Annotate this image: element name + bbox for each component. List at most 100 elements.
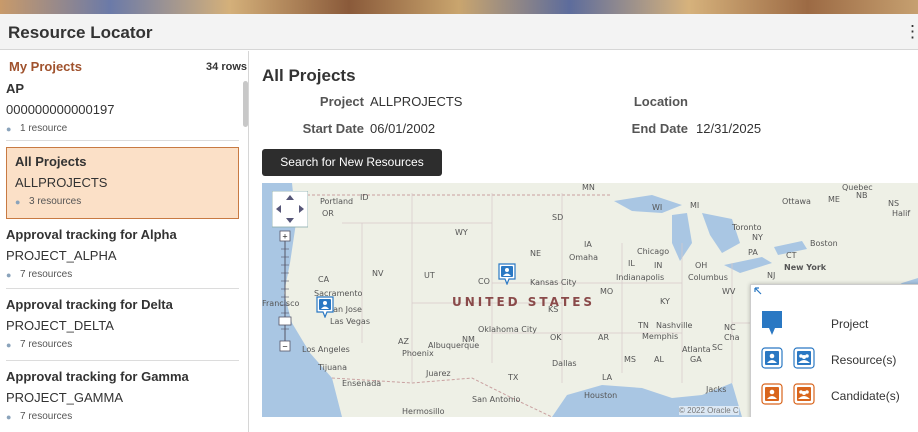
legend-candidates: Candidate(s) <box>751 379 918 413</box>
candidates-group-icon <box>793 383 815 405</box>
candidate-icon <box>761 383 783 405</box>
map-label: NY <box>752 233 763 242</box>
list-header: My Projects 34 rows <box>0 51 248 79</box>
project-detail-pane: All Projects Project ALLPROJECTS Locatio… <box>250 51 918 432</box>
list-heading: My Projects <box>9 59 82 74</box>
map-label: Tijuana <box>318 363 348 372</box>
people-icon: ● <box>6 339 12 350</box>
person-icon: ● <box>6 123 12 134</box>
project-value: ALLPROJECTS <box>370 94 463 109</box>
map-label: WV <box>722 287 736 296</box>
map-label: WY <box>455 228 468 237</box>
map-label: NV <box>372 269 384 278</box>
resource-count: 1 resource <box>20 123 68 134</box>
map-legend: Project Resource(s) Candidate(s) <box>750 284 918 417</box>
divider <box>6 140 239 141</box>
map-label: Juarez <box>426 369 451 378</box>
list-item[interactable]: AP 000000000000197 ● 1 resource <box>6 81 239 134</box>
more-vertical-icon[interactable]: ⋮ <box>904 22 918 42</box>
map-label: Portland <box>320 197 354 206</box>
header-banner <box>0 0 918 14</box>
map-label: CO <box>478 277 490 286</box>
map-label: Dallas <box>552 359 577 368</box>
map-label: Ottawa <box>782 197 811 206</box>
resource-count: 7 resources <box>20 339 73 350</box>
map-label: TX <box>508 373 519 382</box>
map-label: NB <box>856 191 868 200</box>
legend-project: Project <box>751 307 918 341</box>
map-label: ME <box>828 195 840 204</box>
project-pin-icon <box>762 311 782 335</box>
divider <box>6 360 239 361</box>
map-label: Las Vegas <box>330 317 370 326</box>
map-label: IL <box>628 259 635 268</box>
map-label: Columbus <box>688 273 728 282</box>
map-label: Cha <box>724 333 740 342</box>
item-code: PROJECT_GAMMA <box>6 390 124 405</box>
start-date-label: Start Date <box>302 121 364 136</box>
map-label: Omaha <box>569 253 598 262</box>
collapse-icon[interactable] <box>753 286 763 296</box>
item-code: ALLPROJECTS <box>15 175 108 190</box>
map-view[interactable]: Portland ID OR SD WY NE IA Omaha Chicago… <box>262 183 918 417</box>
map-label: SD <box>552 213 564 222</box>
map-label: Los Angeles <box>302 345 350 354</box>
search-resources-button[interactable]: Search for New Resources <box>262 149 442 176</box>
project-list-pane: My Projects 34 rows AP 000000000000197 ●… <box>0 51 249 432</box>
scrollbar[interactable] <box>243 81 248 127</box>
map-label: SC <box>712 343 723 352</box>
resource-pin-icon[interactable] <box>316 296 334 318</box>
map-label: CA <box>318 275 330 284</box>
map-label: MN <box>582 183 595 192</box>
map-label: New York <box>784 263 827 272</box>
svg-text:+: + <box>282 232 287 242</box>
item-resources: ● 7 resources <box>6 339 239 350</box>
map-label: MI <box>690 201 700 210</box>
map-label: Toronto <box>732 223 762 232</box>
resource-count: 7 resources <box>20 269 73 280</box>
resources-group-icon <box>793 347 815 369</box>
resource-count: 3 resources <box>29 196 82 207</box>
item-code: PROJECT_ALPHA <box>6 248 117 263</box>
map-label: AR <box>598 333 610 342</box>
item-resources: ● 7 resources <box>6 269 239 280</box>
map-label: MS <box>624 355 636 364</box>
map-label: Boston <box>810 239 838 248</box>
map-copyright: © 2022 Oracle C <box>679 406 739 415</box>
project-title: All Projects <box>262 66 356 85</box>
map-label: OR <box>322 209 334 218</box>
map-label: Hermosillo <box>402 407 445 416</box>
item-name: Approval tracking for Delta <box>6 297 173 312</box>
list-item-selected[interactable]: All Projects ALLPROJECTS ● 3 resources <box>6 147 239 219</box>
list-item[interactable]: Approval tracking for Delta PROJECT_DELT… <box>6 297 239 350</box>
resource-pin-icon[interactable] <box>498 263 516 285</box>
map-label: AZ <box>398 337 409 346</box>
map-label: KY <box>660 297 670 306</box>
list-item[interactable]: Approval tracking for Gamma PROJECT_GAMM… <box>6 369 239 422</box>
item-name: Approval tracking for Alpha <box>6 227 177 242</box>
item-resources: ● 1 resource <box>6 123 239 134</box>
people-icon: ● <box>15 196 21 207</box>
resource-count: 7 resources <box>20 411 73 422</box>
map-label: CT <box>786 251 797 260</box>
map-label: OK <box>550 333 562 342</box>
people-icon: ● <box>6 269 12 280</box>
map-label: Quebec <box>842 183 873 192</box>
map-label: Chicago <box>637 247 670 256</box>
list-item[interactable]: Approval tracking for Alpha PROJECT_ALPH… <box>6 227 239 280</box>
map-label: OH <box>695 261 708 270</box>
zoom-control[interactable]: + − <box>272 191 308 361</box>
map-label: GA <box>690 355 702 364</box>
map-label: Nashville <box>656 321 693 330</box>
map-label: LA <box>602 373 613 382</box>
item-resources: ● 3 resources <box>15 196 230 207</box>
map-label: MO <box>600 287 614 296</box>
map-label: WI <box>652 203 663 212</box>
legend-resources-label: Resource(s) <box>831 353 897 367</box>
map-label: ID <box>360 193 369 202</box>
map-label: AL <box>654 355 664 364</box>
location-label: Location <box>633 94 688 109</box>
title-bar: Resource Locator ⋮ <box>0 14 918 50</box>
end-date-label: End Date <box>631 121 688 136</box>
map-label: Oklahoma City <box>478 325 537 334</box>
